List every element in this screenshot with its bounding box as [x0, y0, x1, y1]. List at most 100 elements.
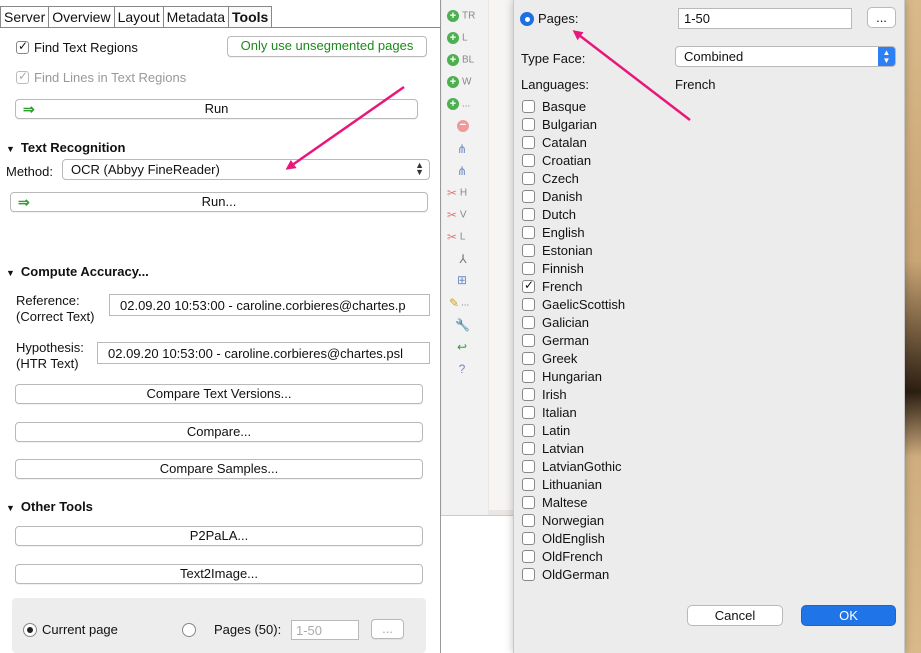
pages-radio[interactable] [182, 622, 196, 637]
unsegmented-pages-toggle[interactable]: Only use unsegmented pages [227, 36, 427, 57]
language-option-hungarian[interactable]: Hungarian [522, 367, 602, 385]
method-select[interactable]: OCR (Abbyy FineReader) ▲ ▼ [62, 159, 430, 180]
find-text-regions-row[interactable]: Find Text Regions [16, 39, 138, 55]
language-checkbox[interactable] [522, 153, 535, 167]
language-checkbox[interactable] [522, 459, 535, 473]
language-option-italian[interactable]: Italian [522, 403, 577, 421]
language-option-greek[interactable]: Greek [522, 349, 577, 367]
compare-samples-button[interactable]: Compare Samples... [15, 459, 423, 479]
layout-run-button[interactable]: ⇒ Run [15, 99, 418, 119]
language-option-danish[interactable]: Danish [522, 187, 582, 205]
tab-metadata[interactable]: Metadata [162, 6, 229, 28]
dialog-pages-radio[interactable] [520, 11, 534, 26]
language-option-estonian[interactable]: Estonian [522, 241, 593, 259]
language-option-czech[interactable]: Czech [522, 169, 579, 187]
find-text-regions-checkbox[interactable] [16, 39, 29, 54]
language-checkbox[interactable] [522, 441, 535, 455]
language-checkbox[interactable] [522, 297, 535, 311]
language-option-galician[interactable]: Galician [522, 313, 589, 331]
tab-layout[interactable]: Layout [113, 6, 163, 28]
add-more-tool[interactable]: +... [447, 98, 470, 110]
ok-button[interactable]: OK [801, 605, 896, 626]
language-option-latvian[interactable]: Latvian [522, 439, 584, 457]
language-checkbox[interactable] [522, 117, 535, 131]
remove-point-tool[interactable]: ⋔ [455, 164, 469, 178]
language-checkbox[interactable] [522, 495, 535, 509]
language-checkbox[interactable] [522, 351, 535, 365]
undo-tool[interactable]: ↩ [455, 340, 469, 354]
add-baseline-tool[interactable]: + BL [447, 54, 474, 66]
dialog-pages-option[interactable]: Pages: [520, 11, 578, 26]
language-checkbox[interactable] [522, 243, 535, 257]
current-page-option[interactable]: Current page [23, 622, 118, 637]
transcription-area[interactable] [441, 515, 513, 653]
table-tool[interactable]: ⊞ [455, 273, 469, 287]
language-checkbox[interactable] [522, 99, 535, 113]
add-word-tool[interactable]: + W [447, 76, 471, 88]
language-checkbox[interactable] [522, 513, 535, 527]
text-recognition-header[interactable]: ▼ Text Recognition [6, 140, 125, 155]
compare-button[interactable]: Compare... [15, 422, 423, 442]
tab-server[interactable]: Server [0, 6, 49, 28]
language-option-german[interactable]: German [522, 331, 589, 349]
language-option-oldgerman[interactable]: OldGerman [522, 565, 609, 583]
language-checkbox[interactable] [522, 278, 535, 293]
language-checkbox[interactable] [522, 405, 535, 419]
language-checkbox[interactable] [522, 225, 535, 239]
language-checkbox[interactable] [522, 423, 535, 437]
dialog-pages-browse-button[interactable]: ... [867, 7, 896, 28]
cancel-button[interactable]: Cancel [687, 605, 783, 626]
language-checkbox[interactable] [522, 261, 535, 275]
add-point-tool[interactable]: ⋔ [455, 142, 469, 156]
language-checkbox[interactable] [522, 315, 535, 329]
language-option-latviangothic[interactable]: LatvianGothic [522, 457, 622, 475]
language-checkbox[interactable] [522, 333, 535, 347]
language-checkbox[interactable] [522, 549, 535, 563]
recognition-run-button[interactable]: ⇒ Run... [10, 192, 428, 212]
language-option-french[interactable]: French [522, 277, 582, 295]
split-line-tool[interactable]: ✂ L [447, 230, 465, 244]
language-option-bulgarian[interactable]: Bulgarian [522, 115, 597, 133]
language-option-lithuanian[interactable]: Lithuanian [522, 475, 602, 493]
tab-overview[interactable]: Overview [48, 6, 114, 28]
language-option-norwegian[interactable]: Norwegian [522, 511, 604, 529]
language-option-finnish[interactable]: Finnish [522, 259, 584, 277]
compute-accuracy-header[interactable]: ▼ Compute Accuracy... [6, 264, 149, 279]
add-text-region-tool[interactable]: + TR [447, 10, 475, 22]
language-option-maltese[interactable]: Maltese [522, 493, 588, 511]
language-checkbox[interactable] [522, 567, 535, 581]
language-checkbox[interactable] [522, 387, 535, 401]
pages-browse-button[interactable]: ... [371, 619, 404, 639]
other-tools-header[interactable]: ▼ Other Tools [6, 499, 93, 514]
language-checkbox[interactable] [522, 531, 535, 545]
split-vertical-tool[interactable]: ✂ V [447, 208, 467, 222]
language-option-oldenglish[interactable]: OldEnglish [522, 529, 605, 547]
language-option-catalan[interactable]: Catalan [522, 133, 587, 151]
language-checkbox[interactable] [522, 135, 535, 149]
current-page-radio[interactable] [23, 622, 37, 637]
merge-tool[interactable]: ⅄ [456, 252, 470, 266]
p2pala-button[interactable]: P2PaLA... [15, 526, 423, 546]
text2image-button[interactable]: Text2Image... [15, 564, 423, 584]
pages-range-input[interactable]: 1-50 [291, 620, 359, 640]
reference-field[interactable]: 02.09.20 10:53:00 - caroline.corbieres@c… [109, 294, 430, 316]
pages-option[interactable]: Pages (50): [182, 622, 281, 637]
language-option-latin[interactable]: Latin [522, 421, 570, 439]
language-option-dutch[interactable]: Dutch [522, 205, 576, 223]
dialog-pages-input[interactable]: 1-50 [678, 8, 852, 29]
language-option-basque[interactable]: Basque [522, 97, 586, 115]
typeface-select[interactable]: Combined ▲ ▼ [675, 46, 896, 67]
language-option-english[interactable]: English [522, 223, 585, 241]
tab-tools[interactable]: Tools [228, 6, 273, 28]
wrench-tool[interactable]: 🔧 [455, 318, 470, 332]
compare-text-versions-button[interactable]: Compare Text Versions... [15, 384, 423, 404]
language-option-croatian[interactable]: Croatian [522, 151, 591, 169]
language-checkbox[interactable] [522, 189, 535, 203]
language-option-oldfrench[interactable]: OldFrench [522, 547, 603, 565]
language-option-gaelicscottish[interactable]: GaelicScottish [522, 295, 625, 313]
language-option-irish[interactable]: Irish [522, 385, 567, 403]
help-tool[interactable]: ? [455, 362, 469, 376]
add-line-tool[interactable]: + L [447, 32, 468, 44]
language-checkbox[interactable] [522, 369, 535, 383]
language-checkbox[interactable] [522, 171, 535, 185]
